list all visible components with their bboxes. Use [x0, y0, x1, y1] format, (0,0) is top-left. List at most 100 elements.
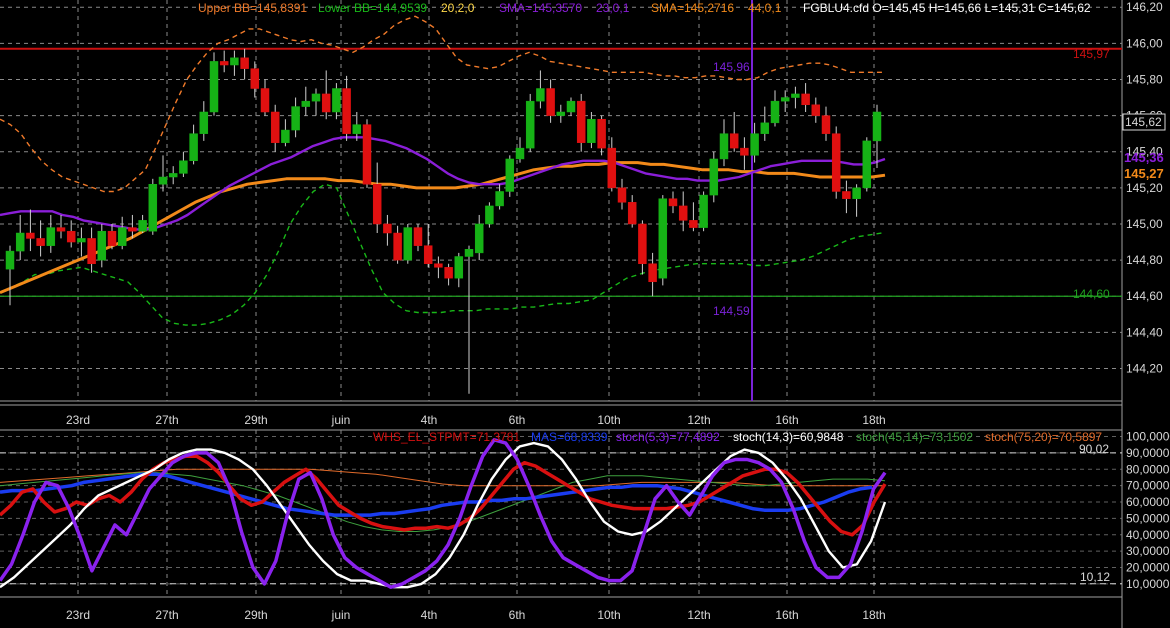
candle-body: [413, 227, 423, 246]
x-label-bottom: 29th: [244, 608, 267, 622]
price-tick-label: 144,40: [1126, 325, 1163, 339]
sma23-params-label: 23,0,1: [596, 1, 630, 15]
osc-tick-label: 60,0000: [1126, 495, 1170, 509]
candle-body: [342, 88, 351, 134]
x-label-bottom: 12th: [687, 608, 710, 622]
x-label-bottom: 16th: [775, 608, 798, 622]
candle-body: [525, 100, 535, 149]
candle-body: [536, 88, 545, 102]
candle-body: [566, 100, 576, 113]
whs-label: WHS_EL_STPMT=71,3781: [373, 430, 520, 444]
candle-body: [831, 133, 841, 192]
candle-body: [607, 147, 617, 189]
bb-params-label: 20,2,0: [441, 1, 475, 15]
osc-tick-label: 40,0000: [1126, 528, 1170, 542]
x-label-top: 23rd: [66, 413, 90, 427]
candle-body: [26, 232, 35, 239]
x-label-bottom: 4th: [421, 608, 438, 622]
candle-body: [117, 227, 127, 246]
candle-body: [668, 198, 678, 207]
osc-tick-label: 80,0000: [1126, 462, 1170, 476]
sma44-label: SMA=145,2716: [651, 1, 734, 15]
candle-body: [862, 140, 872, 189]
candle-body: [321, 93, 331, 113]
candle-body: [791, 93, 800, 98]
candle-body: [780, 97, 790, 102]
price-tick-label: 144,20: [1126, 361, 1163, 375]
candle-body: [872, 111, 882, 142]
candle-body: [403, 227, 413, 261]
candle-body: [648, 263, 657, 283]
sma44-params-label: 44,0,1: [748, 1, 782, 15]
cursor-low-label: 144,59: [713, 304, 750, 318]
candle-body: [852, 187, 861, 199]
candle-body: [311, 93, 321, 102]
candle-body: [260, 88, 270, 113]
candle-body: [383, 223, 392, 234]
candle-body: [821, 115, 831, 134]
ohlc-label: FGBLU4.cfd O=145,45 H=145,66 L=145,31 C=…: [803, 1, 1091, 15]
candle-body: [189, 133, 198, 162]
candle-body: [291, 106, 300, 131]
candle-body: [5, 250, 15, 270]
osc-tick-label: 70,0000: [1126, 479, 1170, 493]
x-label-top: 10th: [597, 413, 620, 427]
chart-background: [0, 0, 1170, 628]
osc-tick-label: 10,0000: [1126, 577, 1170, 591]
candle-body: [454, 256, 464, 279]
osc-tick-label: 20,0000: [1126, 561, 1170, 575]
candle-body: [464, 249, 474, 257]
candle-body: [546, 88, 555, 116]
stoch53-label: stoch(5,3)=77,4892: [616, 430, 720, 444]
candle-body: [56, 227, 66, 232]
stoch4514-label: stoch(45,14)=73,1502: [856, 430, 973, 444]
candle-body: [179, 160, 188, 174]
x-label-bottom: 27th: [155, 608, 178, 622]
candle-body: [372, 183, 382, 225]
x-label-top: 12th: [687, 413, 710, 427]
candle-body: [729, 133, 739, 149]
candle-body: [107, 230, 117, 246]
candle-body: [801, 93, 810, 106]
candle-body: [46, 227, 56, 246]
candle-body: [515, 147, 525, 160]
candle-body: [658, 198, 668, 279]
osc-tick-label: 90,0000: [1126, 446, 1170, 460]
candle-body: [740, 147, 749, 156]
x-label-top: juin: [331, 413, 351, 427]
candle-body: [332, 88, 341, 113]
candle-body: [627, 202, 637, 225]
price-tick-label: 146,00: [1126, 36, 1163, 50]
candle-body: [576, 100, 586, 143]
candle-body: [719, 133, 729, 160]
x-label-bottom: 18th: [862, 608, 885, 622]
price-tick-label: 146,20: [1126, 0, 1163, 14]
price-tick-label: 144,60: [1126, 289, 1163, 303]
candle-body: [811, 104, 821, 116]
candle-body: [270, 111, 280, 143]
candle-body: [709, 158, 719, 196]
candle-body: [250, 68, 260, 89]
candle-body: [219, 61, 229, 66]
candle-body: [678, 205, 688, 221]
candle-body: [15, 232, 25, 252]
candle-body: [281, 129, 290, 143]
candle-body: [495, 191, 504, 207]
candle-body: [597, 118, 606, 149]
price-tick-label: 145,20: [1126, 181, 1163, 195]
candle-body: [97, 230, 107, 261]
candle-body: [66, 230, 76, 243]
last-price-value: 145,62: [1125, 115, 1162, 129]
x-label-top: 4th: [421, 413, 438, 427]
candle-body: [485, 205, 494, 225]
lower-bb-label: Lower BB=144,9539: [318, 1, 427, 15]
price-tick-label: 144,80: [1126, 253, 1163, 267]
candle-body: [230, 57, 239, 66]
upper-bb-label: Upper BB=145,8391: [198, 1, 307, 15]
candle-body: [362, 124, 372, 185]
candle-body: [699, 194, 708, 228]
price-tick-label: 145,00: [1126, 217, 1163, 231]
osc-tick-label: 50,0000: [1126, 511, 1170, 525]
candle-body: [750, 133, 759, 156]
candle-body: [842, 191, 851, 199]
